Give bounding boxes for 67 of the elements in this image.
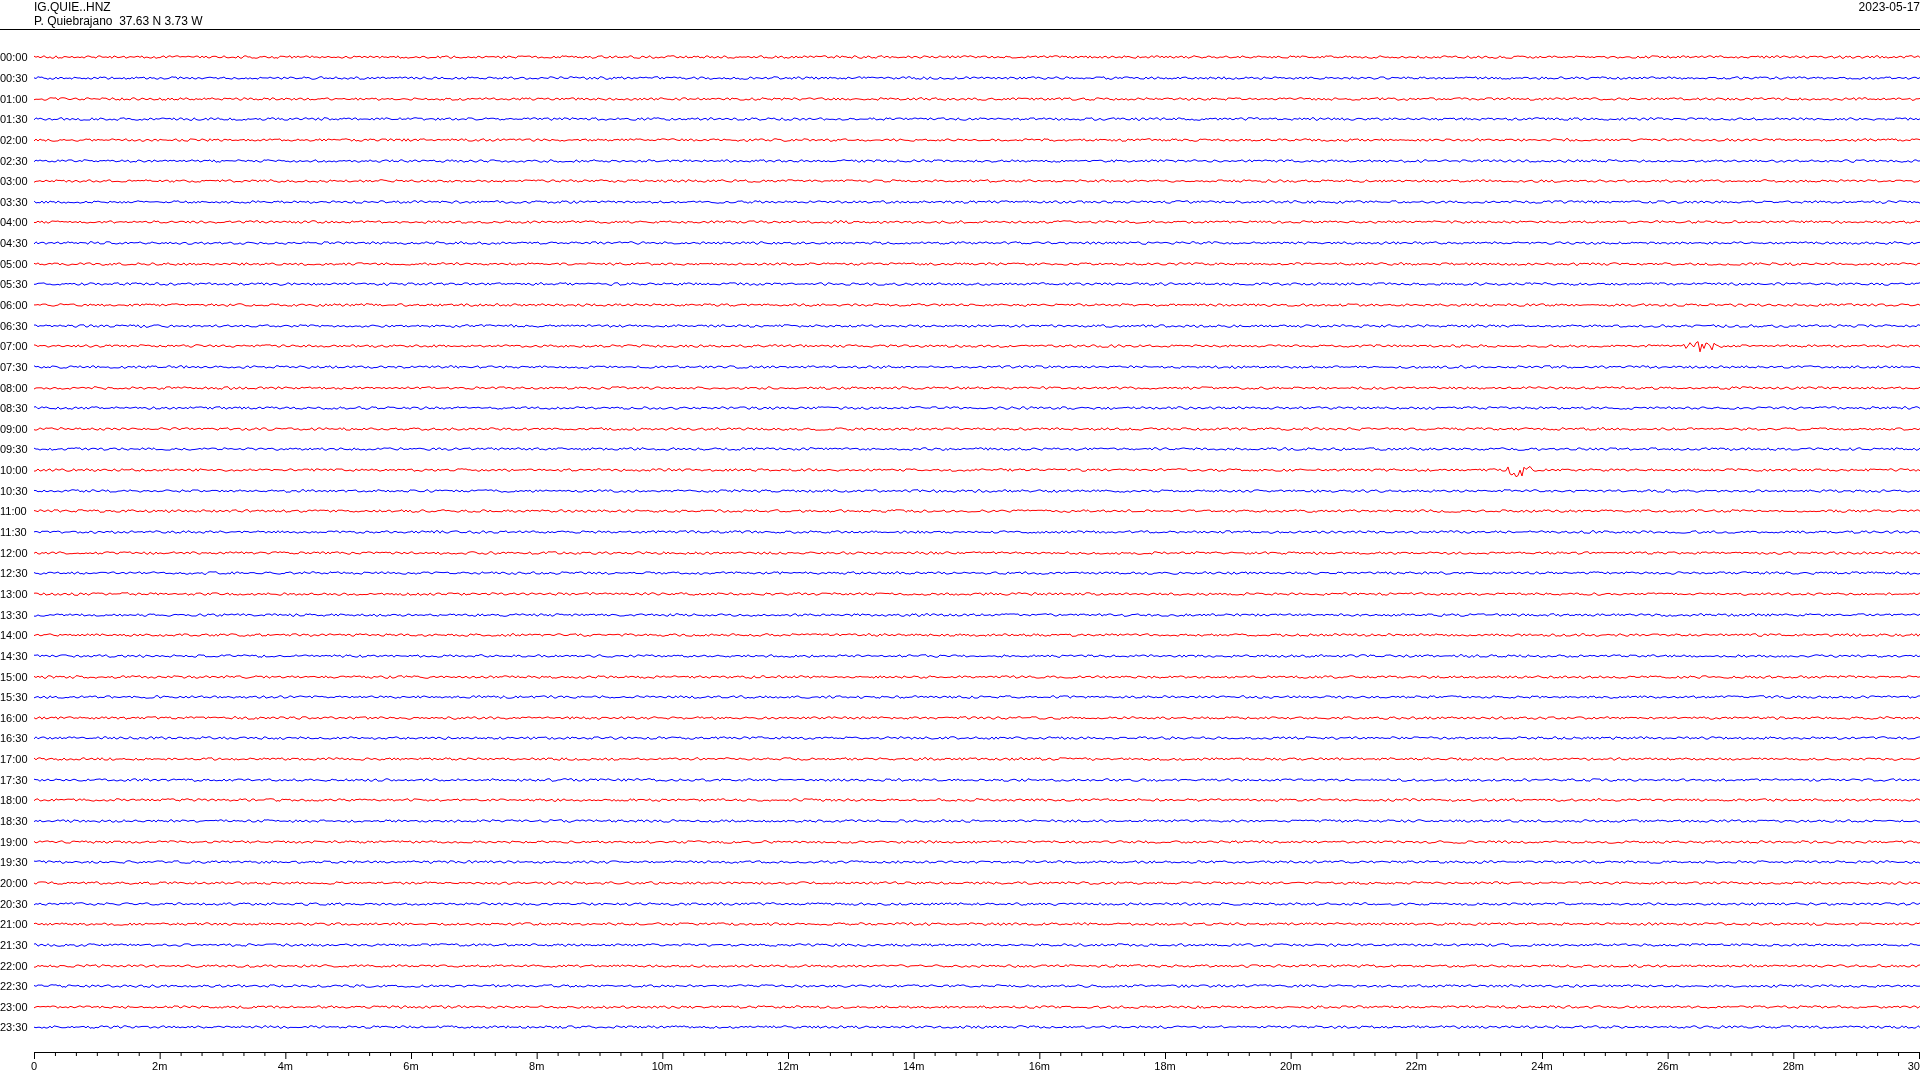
time-label: 00:30 <box>0 71 29 84</box>
time-label: 15:00 <box>0 670 29 683</box>
time-label: 01:00 <box>0 92 29 105</box>
time-label: 11:00 <box>0 505 28 518</box>
time-label: 04:00 <box>0 216 29 229</box>
time-label: 15:30 <box>0 691 29 704</box>
time-label: 08:30 <box>0 402 29 415</box>
axis-label: 16m <box>1028 1059 1051 1073</box>
time-label: 20:30 <box>0 897 29 910</box>
station-location: P. Quiebrajano 37.63 N 3.73 W <box>34 14 203 28</box>
time-label: 02:30 <box>0 154 29 167</box>
time-label: 16:30 <box>0 732 29 745</box>
axis-label: 14m <box>902 1059 925 1073</box>
time-label: 04:30 <box>0 237 29 250</box>
time-label: 17:00 <box>0 753 29 766</box>
time-label: 12:00 <box>0 546 29 559</box>
time-label: 21:00 <box>0 918 29 931</box>
axis-label: 28m <box>1782 1059 1805 1073</box>
time-label: 10:30 <box>0 484 29 497</box>
time-label: 03:00 <box>0 175 29 188</box>
time-label: 19:30 <box>0 856 29 869</box>
axis-label: 20m <box>1279 1059 1302 1073</box>
time-label: 09:30 <box>0 443 29 456</box>
time-label: 13:30 <box>0 608 29 621</box>
time-label: 00:00 <box>0 51 29 64</box>
time-label: 11:30 <box>0 526 28 539</box>
time-label: 09:00 <box>0 422 29 435</box>
axis-label: 4m <box>277 1059 293 1073</box>
time-label: 08:00 <box>0 381 29 394</box>
time-label: 02:00 <box>0 133 29 146</box>
time-label: 18:30 <box>0 815 29 827</box>
axis-label: 12m <box>777 1059 799 1073</box>
axis-label: 0 <box>31 1059 38 1073</box>
time-label: 23:30 <box>0 1021 29 1034</box>
axis-label: 6m <box>403 1059 419 1073</box>
time-label: 14:00 <box>0 629 29 642</box>
time-label: 07:30 <box>0 360 29 373</box>
time-label: 17:30 <box>0 773 29 786</box>
axis-label: 18m <box>1154 1059 1176 1073</box>
time-label: 14:30 <box>0 649 29 662</box>
time-label: 06:00 <box>0 299 29 311</box>
time-label: 16:00 <box>0 711 29 724</box>
time-label: 19:00 <box>0 835 29 848</box>
axis-label: 24m <box>1531 1059 1553 1073</box>
axis-label: 26m <box>1656 1059 1679 1073</box>
time-label: 21:30 <box>0 938 29 951</box>
station-code: IG.QUIE..HNZ <box>34 0 112 14</box>
axis-label: 30 <box>1907 1059 1920 1073</box>
time-label: 05:00 <box>0 257 29 270</box>
time-label: 05:30 <box>0 278 29 291</box>
time-label: 20:00 <box>0 876 29 889</box>
time-label: 12:30 <box>0 567 29 580</box>
time-label: 10:00 <box>0 464 29 477</box>
time-label: 06:30 <box>0 319 29 332</box>
time-label: 22:30 <box>0 980 29 993</box>
date-label: 2023-05-17 <box>1858 0 1920 14</box>
time-label: 13:00 <box>0 587 29 600</box>
axis-label: 10m <box>651 1059 674 1073</box>
time-label: 22:00 <box>0 959 29 972</box>
axis-label: 22m <box>1405 1059 1428 1073</box>
time-label: 01:30 <box>0 113 29 126</box>
time-label: 18:00 <box>0 794 29 807</box>
axis-label: 2m <box>152 1059 168 1073</box>
axis-label: 8m <box>529 1059 545 1073</box>
time-label: 03:30 <box>0 195 29 208</box>
time-label: 23:00 <box>0 1000 29 1013</box>
time-label: 07:00 <box>0 340 29 353</box>
